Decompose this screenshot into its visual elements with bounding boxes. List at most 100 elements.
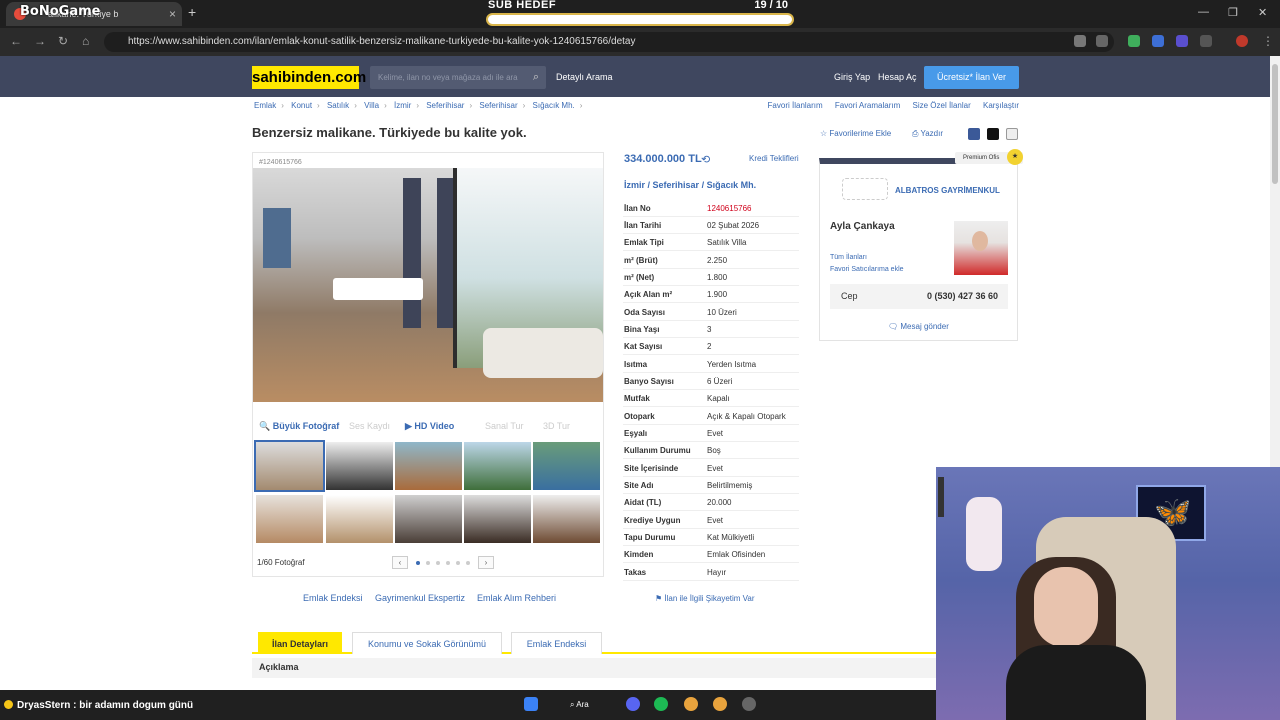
register-link[interactable]: Hesap Aç	[878, 72, 917, 82]
prev-page-icon[interactable]: ‹	[392, 556, 408, 569]
big-photo-label: Büyük Fotoğraf	[272, 421, 340, 431]
obs-icon[interactable]	[742, 697, 756, 711]
maximize-icon[interactable]: ❐	[1228, 6, 1238, 19]
tab-listing-details[interactable]: İlan Detayları	[258, 632, 342, 654]
price-history-icon[interactable]: ⟲	[701, 153, 710, 166]
extension-icon[interactable]	[1176, 35, 1188, 47]
detail-key: Eşyalı	[624, 429, 648, 438]
next-page-icon[interactable]: ›	[478, 556, 494, 569]
thumbnail[interactable]	[395, 442, 462, 490]
print-link[interactable]: ⎙ Yazdır	[912, 129, 943, 139]
pager-dot[interactable]	[426, 561, 430, 565]
browser-menu-icon[interactable]: ⋮	[1262, 34, 1274, 48]
all-ads-link[interactable]: Tüm İlanları	[830, 254, 867, 261]
agency-name[interactable]: ALBATROS GAYRİMENKUL	[895, 186, 1000, 195]
back-icon[interactable]: ←	[10, 34, 22, 48]
breadcrumb-item[interactable]: Seferihisar	[479, 101, 517, 110]
add-favorite-link[interactable]: ☆ Favorilerime Ekle	[820, 129, 891, 138]
pager-dot[interactable]	[466, 561, 470, 565]
detailed-search-link[interactable]: Detaylı Arama	[556, 72, 613, 82]
facebook-share-icon[interactable]	[968, 128, 980, 140]
premium-label: Premium Ofis	[963, 155, 1000, 161]
location-district[interactable]: Seferihisar	[653, 180, 700, 190]
scrollbar-thumb[interactable]	[1272, 64, 1278, 184]
url-field[interactable]: https://www.sahibinden.com/ilan/emlak-ko…	[104, 32, 1114, 52]
new-tab-icon[interactable]: +	[188, 4, 196, 20]
compare-link[interactable]: Karşılaştır	[983, 101, 1019, 110]
breadcrumb-item[interactable]: Sığacık Mh.	[533, 101, 575, 110]
minimize-icon[interactable]: —	[1198, 6, 1209, 18]
location-neighborhood[interactable]: Sığacık Mh.	[707, 180, 757, 190]
send-message-link[interactable]: 🗨 Mesaj gönder	[888, 322, 949, 331]
phone-label: Cep	[841, 291, 858, 301]
search-icon[interactable]: ⌕	[533, 66, 539, 89]
detail-value: Evet	[707, 464, 724, 473]
post-ad-button[interactable]: Ücretsiz* İlan Ver	[924, 66, 1019, 89]
forward-icon[interactable]: →	[34, 34, 46, 48]
bookmark-star-icon[interactable]	[1096, 35, 1108, 47]
hd-video-tab[interactable]: ▶ HD Video	[405, 421, 454, 432]
extensions-puzzle-icon[interactable]	[1200, 35, 1212, 47]
pager-dot[interactable]	[436, 561, 440, 565]
painting-image	[263, 208, 291, 268]
favorite-seller-link[interactable]: Favori Satıcılarıma ekle	[830, 266, 904, 273]
login-link[interactable]: Giriş Yap	[834, 72, 870, 82]
pager-dot[interactable]	[446, 561, 450, 565]
breadcrumb-item[interactable]: İzmir	[394, 101, 411, 110]
breadcrumb-item[interactable]: Satılık	[327, 101, 349, 110]
reload-icon[interactable]: ↻	[58, 34, 68, 48]
report-listing-link[interactable]: ⚑ İlan ile İlgili Şikayetim Var	[655, 594, 755, 603]
favorite-ads-link[interactable]: Favori İlanlarım	[768, 101, 823, 110]
thumbnail[interactable]	[464, 495, 531, 543]
tab-real-estate-index[interactable]: Emlak Endeksi	[511, 632, 602, 654]
thumbnail[interactable]	[326, 442, 393, 490]
chrome-icon[interactable]	[684, 697, 698, 711]
premium-medal-icon: ★	[1007, 149, 1023, 165]
phone-number[interactable]: 0 (530) 427 36 60	[927, 291, 998, 301]
pager-dot[interactable]	[456, 561, 460, 565]
thumbnail[interactable]	[533, 442, 600, 490]
email-share-icon[interactable]	[1006, 128, 1018, 140]
site-search-input[interactable]: Kelime, ilan no veya mağaza adı ile ara …	[370, 66, 546, 89]
location-city[interactable]: İzmir	[624, 180, 645, 190]
detail-key: Site Adı	[624, 481, 654, 490]
appraisal-link[interactable]: Gayrimenkul Ekspertiz	[375, 593, 465, 603]
taskbar-search[interactable]: ⌕ Ara	[560, 697, 606, 713]
detail-key: Site İçerisinde	[624, 464, 679, 473]
credit-offers-link[interactable]: Kredi Teklifleri	[749, 154, 799, 163]
detail-key: Kat Sayısı	[624, 342, 663, 351]
breadcrumb-item[interactable]: Konut	[291, 101, 312, 110]
main-photo[interactable]	[253, 168, 603, 402]
thumbnail[interactable]	[395, 495, 462, 543]
extension-icon[interactable]	[1128, 35, 1140, 47]
thumbnail[interactable]	[326, 495, 393, 543]
chrome-icon[interactable]	[713, 697, 727, 711]
home-icon[interactable]: ⌂	[82, 34, 89, 48]
key-icon[interactable]	[1074, 35, 1086, 47]
big-photo-tab[interactable]: 🔍 Büyük Fotoğraf	[259, 421, 339, 432]
close-window-icon[interactable]: ✕	[1258, 6, 1267, 19]
sub-goal-count: 19 / 10	[754, 0, 788, 11]
agency-logo[interactable]	[842, 178, 888, 200]
site-logo[interactable]: sahibinden.com	[252, 66, 366, 89]
buying-guide-link[interactable]: Emlak Alım Rehberi	[477, 593, 556, 603]
pager-dot[interactable]	[416, 561, 420, 565]
special-ads-link[interactable]: Size Özel İlanlar	[913, 101, 971, 110]
thumbnail[interactable]	[533, 495, 600, 543]
breadcrumb-item[interactable]: Seferihisar	[426, 101, 464, 110]
thumbnail[interactable]	[254, 440, 325, 492]
start-menu-icon[interactable]	[524, 697, 538, 711]
tab-close-icon[interactable]: ×	[169, 2, 176, 26]
x-share-icon[interactable]	[987, 128, 999, 140]
thumbnail[interactable]	[464, 442, 531, 490]
breadcrumb-item[interactable]: Emlak	[254, 101, 276, 110]
profile-avatar[interactable]	[1236, 35, 1248, 47]
thumbnail[interactable]	[256, 495, 323, 543]
breadcrumb-item[interactable]: Villa	[364, 101, 379, 110]
tab-location-street-view[interactable]: Konumu ve Sokak Görünümü	[352, 632, 502, 654]
favorite-searches-link[interactable]: Favori Aramalarım	[835, 101, 900, 110]
extension-icon[interactable]	[1152, 35, 1164, 47]
spotify-icon[interactable]	[654, 697, 668, 711]
real-estate-index-link[interactable]: Emlak Endeksi	[303, 593, 363, 603]
discord-icon[interactable]	[626, 697, 640, 711]
